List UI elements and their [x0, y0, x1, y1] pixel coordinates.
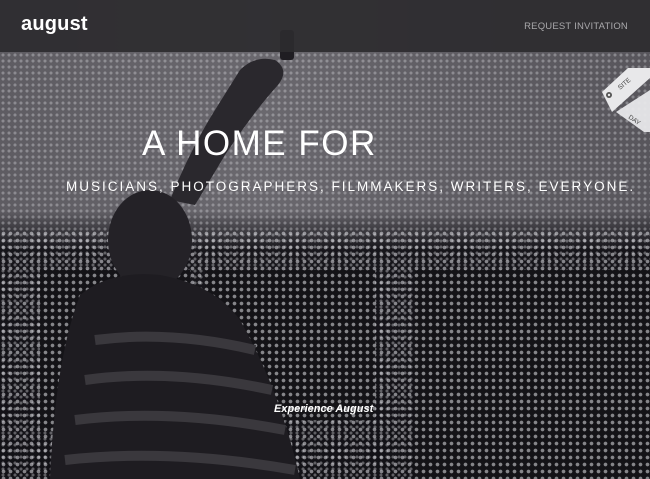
hero-headline: A HOME FOR — [142, 124, 377, 163]
august-logo[interactable]: august — [21, 13, 88, 36]
hero-tagline: MUSICIANS, PHOTOGRAPHERS, FILMMAKERS, WR… — [66, 179, 636, 194]
experience-august-link[interactable]: Experience August — [274, 403, 373, 415]
site-of-the-day-ribbon[interactable]: SITE DAY — [598, 68, 650, 132]
top-nav-bar: august REQUEST INVITATION — [0, 0, 650, 52]
request-invitation-link[interactable]: REQUEST INVITATION — [524, 21, 628, 32]
gear-icon — [606, 92, 612, 98]
